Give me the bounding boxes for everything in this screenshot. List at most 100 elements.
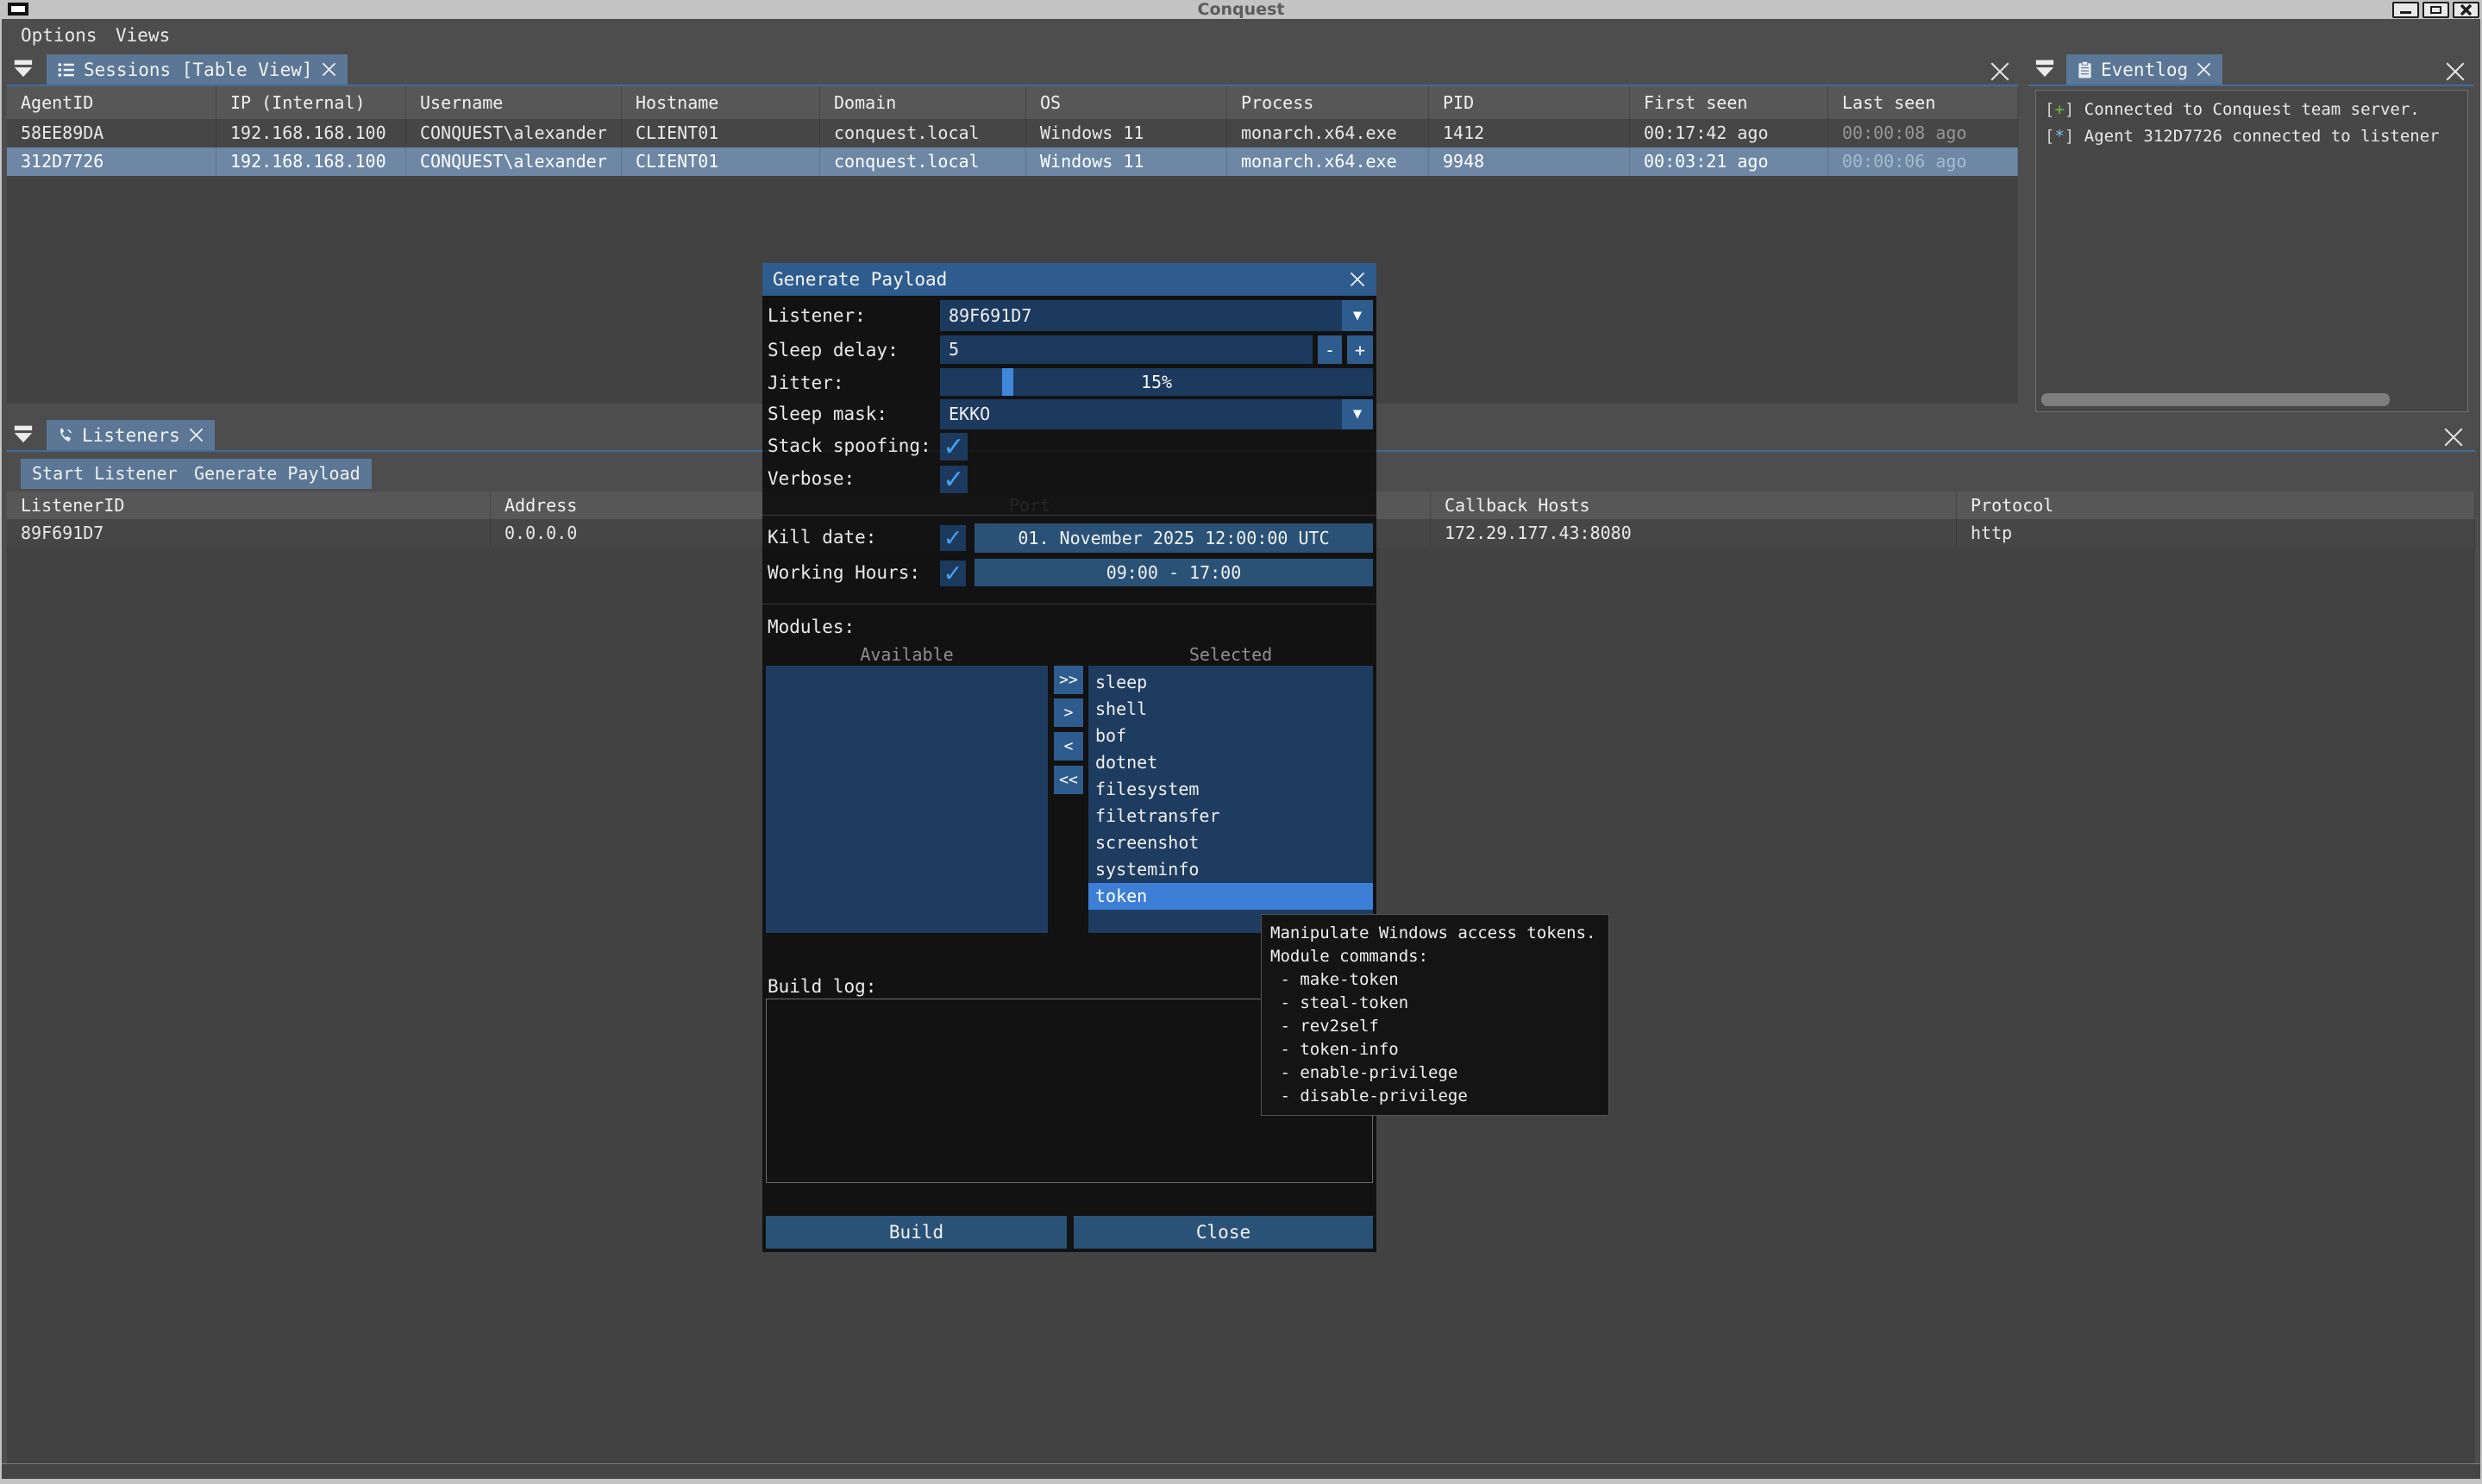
maximize-icon [2430, 6, 2441, 14]
sleep-mask-dropdown[interactable]: EKKO ▼ [940, 399, 1373, 429]
stack-spoofing-label: Stack spoofing: [768, 435, 931, 456]
col-lastseen[interactable]: Last seen [1828, 86, 2018, 119]
tooltip-line: - make-token [1270, 968, 1600, 992]
sleep-delay-increment-button[interactable]: + [1347, 335, 1373, 364]
status-symbol: + [2054, 100, 2064, 119]
cell-domain: conquest.local [820, 119, 1026, 147]
move-all-left-button[interactable]: << [1054, 766, 1083, 794]
tab-sessions[interactable]: Sessions [Table View] [47, 54, 348, 85]
col-os[interactable]: OS [1026, 86, 1227, 119]
bottom-strip [2, 1463, 2480, 1479]
col-callback-hosts[interactable]: Callback Hosts [1431, 492, 1957, 519]
jitter-label: Jitter: [768, 373, 844, 393]
col-firstseen[interactable]: First seen [1630, 86, 1828, 119]
listener-dropdown[interactable]: 89F691D7 ▼ [940, 300, 1373, 331]
verbose-checkbox[interactable]: ✓ [940, 466, 968, 493]
dialog-titlebar[interactable]: Generate Payload [762, 263, 1376, 296]
build-log-label: Build log: [768, 976, 876, 997]
available-modules-list[interactable] [766, 666, 1048, 933]
sleep-delay-decrement-button[interactable]: - [1318, 335, 1342, 364]
module-item[interactable]: filetransfer [1088, 803, 1373, 830]
tab-close-icon[interactable] [188, 427, 204, 443]
col-process[interactable]: Process [1227, 86, 1429, 119]
cell-username: CONQUEST\alexander [406, 147, 622, 176]
close-button[interactable] [2453, 2, 2479, 18]
tooltip-line: - steal-token [1270, 992, 1600, 1015]
sessions-collapse-arrow-icon[interactable] [12, 59, 34, 78]
dialog-close-button[interactable]: Close [1074, 1216, 1373, 1249]
module-item[interactable]: sleep [1088, 669, 1373, 696]
module-item[interactable]: systeminfo [1088, 856, 1373, 883]
tab-listeners[interactable]: Listeners [47, 420, 215, 450]
menu-bar: Options Views [2, 19, 2480, 52]
build-button[interactable]: Build [766, 1216, 1067, 1249]
sleep-delay-label: Sleep delay: [768, 340, 899, 360]
stack-spoofing-checkbox[interactable]: ✓ [940, 433, 968, 460]
col-protocol[interactable]: Protocol [1957, 492, 2475, 519]
session-row[interactable]: 58EE89DA 192.168.168.100 CONQUEST\alexan… [7, 119, 2018, 147]
chevron-down-icon[interactable]: ▼ [1342, 399, 1373, 429]
kill-date-label: Kill date: [768, 527, 876, 548]
move-left-button[interactable]: < [1054, 732, 1083, 761]
tab-listeners-label: Listeners [82, 425, 180, 446]
module-item[interactable]: screenshot [1088, 830, 1373, 856]
start-listener-button[interactable]: Start Listener [21, 459, 189, 489]
minimize-button[interactable] [2392, 2, 2419, 18]
window-titlebar[interactable]: Conquest [0, 0, 2482, 19]
chevron-down-icon[interactable]: ▼ [1342, 300, 1373, 331]
eventlog-text: Agent 312D7726 connected to listener [2074, 127, 2439, 146]
col-username[interactable]: Username [406, 86, 622, 119]
col-pid[interactable]: PID [1429, 86, 1630, 119]
listener-value: 89F691D7 [949, 305, 1031, 326]
window-title: Conquest [0, 0, 2482, 19]
menu-views[interactable]: Views [116, 19, 170, 52]
listeners-panel-close-icon[interactable] [2442, 426, 2465, 448]
eventlog-line: [+] Connected to Conquest team server. [2036, 91, 2467, 123]
eventlog-collapse-arrow-icon[interactable] [2034, 59, 2056, 78]
working-hours-checkbox[interactable]: ✓ [940, 560, 966, 586]
cell-agentid: 312D7726 [7, 147, 216, 176]
jitter-slider[interactable]: 15% [940, 368, 1373, 396]
module-item[interactable]: shell [1088, 696, 1373, 723]
kill-date-checkbox[interactable]: ✓ [940, 525, 966, 551]
generate-payload-button[interactable]: Generate Payload [183, 459, 372, 489]
module-item[interactable]: dotnet [1088, 749, 1373, 776]
clipboard-icon [2077, 60, 2093, 79]
module-item[interactable]: bof [1088, 723, 1373, 749]
col-listenerid[interactable]: ListenerID [7, 492, 491, 519]
working-hours-field[interactable]: 09:00 - 17:00 [975, 559, 1373, 586]
available-header: Available [766, 644, 1048, 665]
cell-callback-hosts: 172.29.177.43:8080 [1431, 519, 1957, 548]
bracket: [ [2045, 127, 2054, 146]
tooltip-line: - disable-privilege [1270, 1085, 1600, 1108]
eventlog-text: Connected to Conquest team server. [2074, 100, 2419, 119]
listeners-collapse-arrow-icon[interactable] [12, 424, 34, 443]
horizontal-scrollbar[interactable] [2041, 393, 2390, 406]
module-item-selected[interactable]: token [1088, 883, 1373, 910]
col-hostname[interactable]: Hostname [622, 86, 820, 119]
kill-date-field[interactable]: 01. November 2025 12:00:00 UTC [975, 523, 1373, 553]
tab-eventlog[interactable]: Eventlog [2066, 54, 2222, 85]
tab-close-icon[interactable] [321, 61, 337, 78]
tab-close-icon[interactable] [2196, 61, 2212, 78]
modules-label: Modules: [768, 617, 855, 637]
session-row-selected[interactable]: 312D7726 192.168.168.100 CONQUEST\alexan… [7, 147, 2018, 176]
module-item[interactable]: filesystem [1088, 776, 1373, 803]
dialog-close-icon[interactable] [1349, 271, 1366, 288]
maximize-button[interactable] [2422, 2, 2449, 18]
move-all-right-button[interactable]: >> [1054, 666, 1083, 694]
menu-options[interactable]: Options [21, 19, 97, 52]
sessions-panel-close-icon[interactable] [1989, 60, 2011, 83]
window-frame-left [0, 19, 2, 1484]
sessions-header-row[interactable]: AgentID IP (Internal) Username Hostname … [7, 86, 2018, 119]
app-window: Conquest Options Views Sessions [Table V… [0, 0, 2482, 1484]
move-right-button[interactable]: > [1054, 698, 1083, 727]
selected-modules-list[interactable]: sleep shell bof dotnet filesystem filetr… [1088, 666, 1373, 933]
sleep-delay-input[interactable]: 5 [940, 335, 1313, 364]
col-ip[interactable]: IP (Internal) [216, 86, 406, 119]
sleep-mask-value: EKKO [949, 404, 990, 424]
col-agentid[interactable]: AgentID [7, 86, 216, 119]
cell-pid: 9948 [1429, 147, 1630, 176]
eventlog-panel-close-icon[interactable] [2444, 60, 2466, 83]
col-domain[interactable]: Domain [820, 86, 1026, 119]
